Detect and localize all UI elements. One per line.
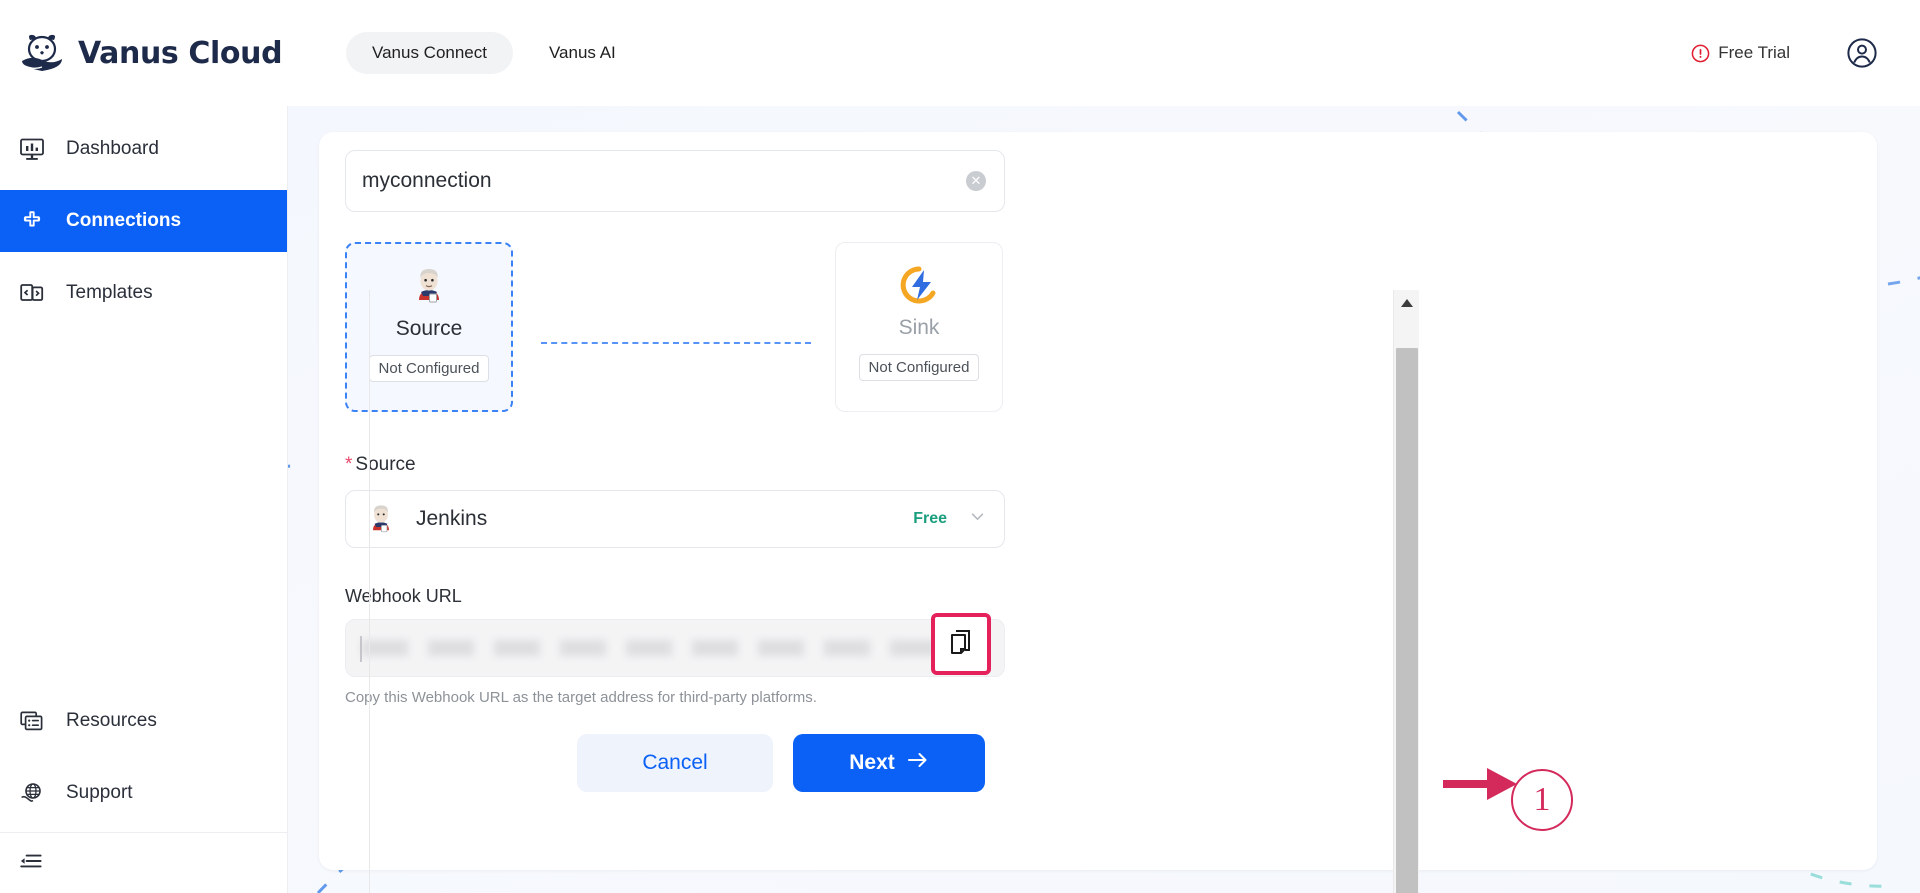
app-root: Vanus Cloud Vanus Connect Vanus AI Free … xyxy=(0,0,1920,893)
scroll-up-arrow-icon[interactable] xyxy=(1394,290,1420,316)
webhook-url-masked-value xyxy=(362,640,962,656)
sidebar-item-resources[interactable]: Resources xyxy=(0,690,287,752)
support-globe-hand-icon xyxy=(18,779,46,807)
sidebar-item-support[interactable]: Support xyxy=(0,762,287,824)
user-account-icon[interactable] xyxy=(1846,37,1878,69)
wizard-form-scroll-region[interactable]: myconnection ✕ Source Not Configured Sin… xyxy=(319,150,1119,850)
vanus-sink-bolt-icon xyxy=(898,264,940,306)
dashboard-monitor-icon xyxy=(18,135,46,163)
top-tabs: Vanus Connect Vanus AI xyxy=(346,32,642,74)
sidebar-item-dashboard[interactable]: Dashboard xyxy=(0,118,287,180)
templates-panels-icon xyxy=(18,279,46,307)
webhook-url-hint: Copy this Webhook URL as the target addr… xyxy=(345,689,817,706)
connections-plug-icon xyxy=(18,207,46,235)
source-field-label-text: Source xyxy=(355,454,416,475)
free-trial-badge[interactable]: Free Trial xyxy=(1691,43,1790,63)
sidebar-top-group: Dashboard Connections Templates xyxy=(0,106,287,324)
sidebar-item-label: Connections xyxy=(66,210,182,231)
flow-nodes: Source Not Configured Sink Not Configure… xyxy=(345,242,1005,412)
form-scrollbar[interactable] xyxy=(1393,290,1419,893)
jenkins-icon xyxy=(408,265,450,307)
tab-vanus-connect[interactable]: Vanus Connect xyxy=(346,32,513,74)
sidebar-bottom-group: Resources Support xyxy=(0,690,287,893)
brand[interactable]: Vanus Cloud xyxy=(18,31,290,75)
tab-vanus-ai[interactable]: Vanus AI xyxy=(523,32,642,74)
vanus-otter-logo-icon xyxy=(18,31,66,75)
scrollbar-track-line xyxy=(369,290,370,893)
brand-name: Vanus Cloud xyxy=(78,35,283,71)
sidebar-item-label: Support xyxy=(66,782,133,803)
free-trial-label: Free Trial xyxy=(1718,43,1790,62)
flow-node-status: Not Configured xyxy=(368,355,490,382)
main-content: myconnection ✕ Source Not Configured Sin… xyxy=(288,106,1920,893)
flow-node-source[interactable]: Source Not Configured xyxy=(345,242,513,412)
connection-name-input[interactable]: myconnection ✕ xyxy=(345,150,1005,212)
flow-node-label: Source xyxy=(395,317,463,340)
source-price-tag: Free xyxy=(913,510,947,527)
flow-node-label: Sink xyxy=(898,316,940,339)
sidebar-item-label: Resources xyxy=(66,710,157,731)
flow-node-status: Not Configured xyxy=(858,354,980,381)
next-button-label: Next xyxy=(849,751,895,774)
sidebar-item-connections[interactable]: Connections xyxy=(0,190,287,252)
cancel-button[interactable]: Cancel xyxy=(577,734,773,792)
webhook-url-row xyxy=(345,613,1005,677)
flow-connector-line xyxy=(541,342,811,344)
copy-webhook-url-button[interactable] xyxy=(931,613,991,675)
app-header: Vanus Cloud Vanus Connect Vanus AI Free … xyxy=(0,0,1920,106)
annotation-step-number: 1 xyxy=(1533,781,1551,818)
next-button[interactable]: Next xyxy=(793,734,985,792)
collapse-sidebar-icon xyxy=(18,848,44,879)
webhook-url-input[interactable] xyxy=(345,619,1005,677)
source-select[interactable]: Jenkins Free xyxy=(345,490,1005,548)
annotation-step-badge: 1 xyxy=(1511,769,1573,831)
wizard-form: myconnection ✕ Source Not Configured Sin… xyxy=(345,150,1005,792)
sidebar-item-label: Dashboard xyxy=(66,138,159,159)
copy-icon xyxy=(948,628,974,661)
sidebar-collapse-button[interactable] xyxy=(0,833,287,893)
source-field-label: * Source xyxy=(345,454,1005,476)
source-select-value: Jenkins xyxy=(416,507,488,530)
sidebar: Dashboard Connections Templates Resource… xyxy=(0,106,288,893)
wizard-actions: Cancel Next xyxy=(345,734,1005,792)
resources-list-icon xyxy=(18,707,46,735)
sidebar-item-templates[interactable]: Templates xyxy=(0,262,287,324)
arrow-right-icon xyxy=(907,751,929,775)
connection-wizard-card: myconnection ✕ Source Not Configured Sin… xyxy=(319,132,1877,893)
required-asterisk: * xyxy=(345,454,353,475)
sidebar-item-label: Templates xyxy=(66,282,153,303)
flow-node-sink[interactable]: Sink Not Configured xyxy=(835,242,1003,412)
scrollbar-thumb[interactable] xyxy=(1396,348,1418,893)
chevron-down-icon[interactable] xyxy=(969,508,986,530)
annotation-arrow-icon xyxy=(1443,762,1519,811)
clear-circle-icon[interactable]: ✕ xyxy=(966,171,986,191)
header-right: Free Trial xyxy=(1691,37,1878,69)
webhook-url-label: Webhook URL xyxy=(345,586,462,606)
alert-circle-icon xyxy=(1691,44,1710,63)
connection-name-value: myconnection xyxy=(362,169,492,192)
